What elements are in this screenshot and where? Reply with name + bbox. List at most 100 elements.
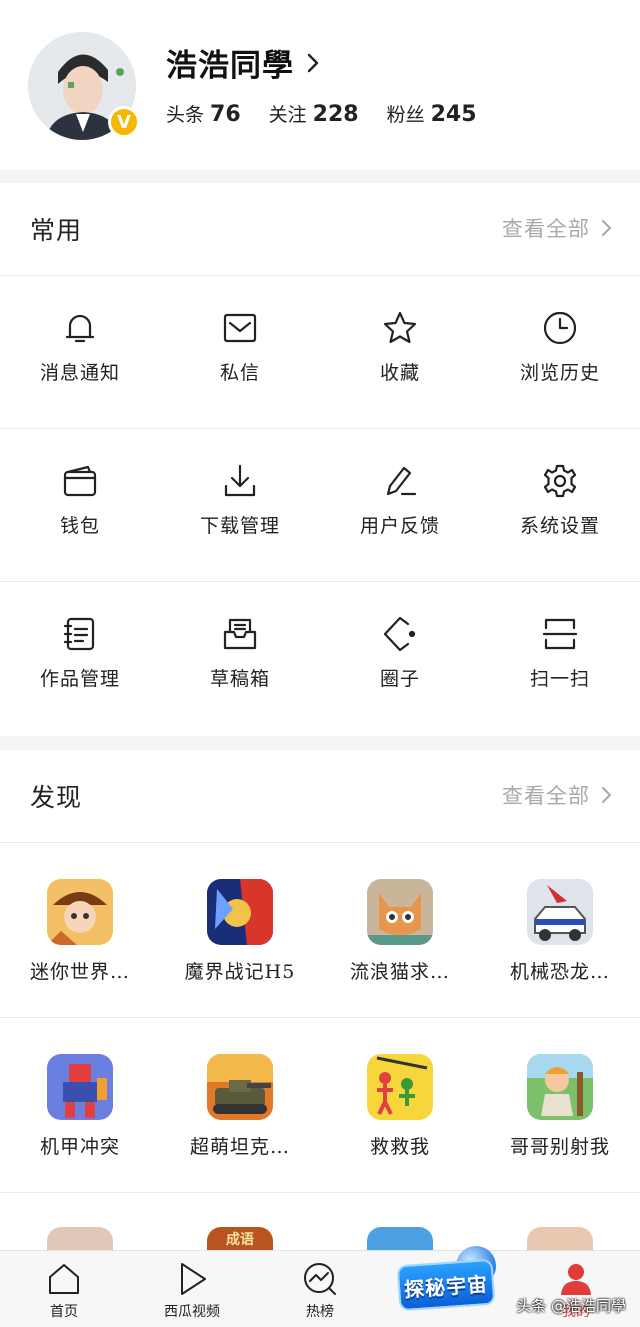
stat-label: 头条	[166, 104, 205, 126]
app-label: 流浪猫求…	[349, 961, 450, 983]
verified-badge: V	[108, 106, 140, 138]
tab-home[interactable]: 首页	[0, 1251, 128, 1327]
app-label: 机甲冲突	[39, 1136, 120, 1158]
app-label: 救救我	[369, 1136, 430, 1158]
item-scan[interactable]: 扫一扫	[480, 582, 640, 735]
app-label: 哥哥别射我	[509, 1136, 610, 1158]
download-icon	[224, 464, 256, 497]
item-messages[interactable]: 私信	[160, 276, 320, 428]
app-label: 魔界战记H5	[184, 961, 296, 983]
item-circles[interactable]: 圈子	[320, 582, 480, 735]
item-label: 草稿箱	[209, 668, 270, 690]
mail-icon	[223, 313, 257, 343]
item-label: 用户反馈	[359, 515, 440, 537]
item-feedback[interactable]: 用户反馈	[320, 429, 480, 581]
app-icon	[367, 879, 433, 945]
profile-header[interactable]: V 浩浩同學 头条 76 关注 228 粉丝 245	[0, 0, 640, 170]
app-icon	[527, 879, 593, 945]
app-item[interactable]	[0, 1193, 160, 1253]
app-item[interactable]: 成语	[160, 1193, 320, 1253]
app-row: 迷你世界… 魔界战记H5 流浪猫求… 机械恐龙…	[0, 843, 640, 1018]
discover-section: 发现 查看全部 迷你世界… 魔界战记H5 流浪猫求… 机械恐龙… 机甲冲突 超萌…	[0, 750, 640, 1253]
play-icon	[181, 1263, 206, 1295]
chevron-right-icon	[307, 53, 319, 72]
stat-followers[interactable]: 粉丝 245	[387, 100, 477, 127]
stat-label: 关注	[268, 104, 307, 126]
app-icon	[47, 879, 113, 945]
app-item[interactable]: 机械恐龙…	[480, 843, 640, 1017]
common-section: 常用 查看全部 消息通知 私信 收藏 浏览历史 钱包 下载管理 用户反馈 系统设…	[0, 183, 640, 736]
item-wallet[interactable]: 钱包	[0, 429, 160, 581]
section-title: 常用	[30, 216, 83, 245]
tab-label: 首页	[50, 1304, 78, 1320]
tab-xigua-video[interactable]: 西瓜视频	[128, 1251, 256, 1327]
app-item[interactable]: 救救我	[320, 1018, 480, 1192]
app-label: 超萌坦克…	[189, 1136, 290, 1158]
notebook-icon	[63, 617, 95, 651]
stat-label: 粉丝	[386, 104, 425, 126]
item-label: 圈子	[379, 668, 420, 690]
item-label: 系统设置	[519, 515, 600, 537]
item-favorites[interactable]: 收藏	[320, 276, 480, 428]
profile-stats: 头条 76 关注 228 粉丝 245	[166, 100, 505, 127]
app-icon	[367, 1054, 433, 1120]
user-icon	[561, 1264, 591, 1295]
app-item[interactable]: 迷你世界…	[0, 843, 160, 1017]
app-item[interactable]: 魔界战记H5	[160, 843, 320, 1017]
app-item[interactable]: 哥哥别射我	[480, 1018, 640, 1192]
item-drafts[interactable]: 草稿箱	[160, 582, 320, 735]
view-all-discover-button[interactable]: 查看全部	[502, 780, 612, 810]
watermark: 头条 @浩浩同學	[516, 1297, 626, 1315]
item-label: 扫一扫	[529, 668, 590, 690]
app-item[interactable]: 超萌坦克…	[160, 1018, 320, 1192]
item-label: 作品管理	[39, 668, 120, 690]
app-icon	[207, 879, 273, 945]
app-row: 机甲冲突 超萌坦克… 救救我 哥哥别射我	[0, 1018, 640, 1193]
circle-icon	[383, 616, 416, 652]
app-icon	[47, 1054, 113, 1120]
view-all-common-button[interactable]: 查看全部	[502, 213, 612, 243]
section-title: 发现	[30, 783, 83, 812]
bell-icon	[65, 314, 95, 343]
item-downloads[interactable]: 下载管理	[160, 429, 320, 581]
chevron-right-icon	[602, 787, 611, 803]
tab-trending[interactable]: 热榜	[256, 1251, 384, 1327]
app-row-partial: 成语	[0, 1193, 640, 1253]
common-row: 作品管理 草稿箱 圈子 扫一扫	[0, 582, 640, 735]
gear-icon	[543, 464, 577, 498]
scan-icon	[542, 618, 578, 650]
stat-following[interactable]: 关注 228	[269, 100, 359, 127]
app-item[interactable]	[480, 1193, 640, 1253]
profile-name-link[interactable]: 浩浩同學	[166, 40, 322, 85]
item-label: 收藏	[379, 362, 420, 384]
wallet-icon	[63, 465, 97, 497]
app-item[interactable]	[320, 1193, 480, 1253]
stat-value: 76	[210, 102, 241, 127]
trending-icon	[304, 1263, 336, 1295]
app-item[interactable]: 机甲冲突	[0, 1018, 160, 1192]
item-works[interactable]: 作品管理	[0, 582, 160, 735]
app-item[interactable]: 流浪猫求…	[320, 843, 480, 1017]
draft-box-icon	[223, 618, 257, 650]
stat-posts[interactable]: 头条 76	[166, 100, 241, 127]
item-history[interactable]: 浏览历史	[480, 276, 640, 428]
item-label: 消息通知	[39, 362, 120, 384]
avatar[interactable]: V	[28, 32, 140, 140]
promo-explore-universe-button[interactable]: 探秘宇宙	[396, 1258, 496, 1312]
app-icon-text: 成语	[226, 1232, 254, 1248]
item-notifications[interactable]: 消息通知	[0, 276, 160, 428]
app-label: 机械恐龙…	[509, 961, 610, 983]
app-icon	[207, 1054, 273, 1120]
item-label: 钱包	[59, 515, 100, 537]
view-all-label: 查看全部	[502, 217, 590, 241]
profile-name: 浩浩同學	[166, 48, 294, 84]
common-section-header: 常用 查看全部	[0, 183, 640, 276]
item-settings[interactable]: 系统设置	[480, 429, 640, 581]
stat-value: 245	[430, 102, 477, 127]
clock-icon	[543, 311, 577, 345]
star-icon	[383, 311, 417, 344]
tab-label: 西瓜视频	[164, 1304, 220, 1320]
item-label: 下载管理	[199, 515, 280, 537]
pen-icon	[386, 466, 417, 496]
view-all-label: 查看全部	[502, 784, 590, 808]
